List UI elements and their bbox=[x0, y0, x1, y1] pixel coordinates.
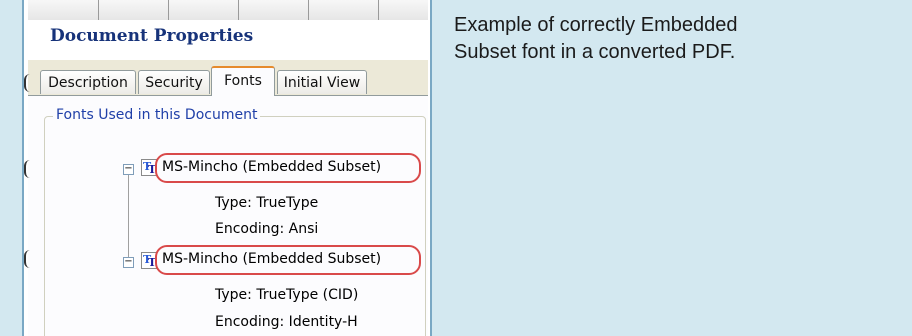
torn-edge-mark bbox=[24, 74, 32, 92]
strip-divider bbox=[308, 0, 309, 20]
strip-divider bbox=[168, 0, 169, 20]
dialog-title: Document Properties bbox=[50, 26, 254, 46]
fonts-used-group: Fonts Used in this Document − TT MS-Minc… bbox=[44, 107, 426, 336]
torn-edge-mark bbox=[24, 160, 32, 178]
collapse-toggle[interactable]: − bbox=[123, 257, 134, 268]
layout-table: Document Properties Description Security… bbox=[0, 0, 912, 336]
left-margin-cell bbox=[0, 0, 22, 336]
fonts-group-label: Fonts Used in this Document bbox=[53, 107, 261, 123]
screenshot-cell: Document Properties Description Security… bbox=[22, 0, 432, 336]
font-type: Type: TrueType (CID) bbox=[215, 287, 359, 303]
caption-line: Subset font in a converted PDF. bbox=[454, 41, 736, 63]
torn-edge-mark bbox=[24, 250, 32, 268]
tab-initial-view[interactable]: Initial View bbox=[277, 70, 367, 94]
font-encoding: Encoding: Identity-H bbox=[215, 314, 358, 330]
tab-fonts[interactable]: Fonts bbox=[211, 66, 275, 96]
window-top-strip bbox=[28, 0, 428, 21]
tree-connector bbox=[128, 171, 129, 267]
strip-divider bbox=[378, 0, 379, 20]
caption-text: Example of correctly Embedded Subset fon… bbox=[454, 12, 874, 66]
fonts-tab-panel: Fonts Used in this Document − TT MS-Minc… bbox=[28, 95, 428, 336]
font-type: Type: TrueType bbox=[215, 195, 319, 211]
tab-description[interactable]: Description bbox=[40, 70, 136, 94]
font-name[interactable]: MS-Mincho (Embedded Subset) bbox=[162, 251, 381, 267]
font-encoding: Encoding: Ansi bbox=[215, 221, 319, 237]
caption-cell: Example of correctly Embedded Subset fon… bbox=[432, 0, 912, 336]
document-properties-window: Document Properties Description Security… bbox=[28, 0, 428, 336]
collapse-toggle[interactable]: − bbox=[123, 164, 134, 175]
tab-security[interactable]: Security bbox=[138, 70, 210, 94]
caption-line: Example of correctly Embedded bbox=[454, 14, 738, 36]
strip-divider bbox=[98, 0, 99, 20]
tab-strip: Description Security Fonts Initial View bbox=[28, 64, 428, 96]
strip-divider bbox=[238, 0, 239, 20]
font-name[interactable]: MS-Mincho (Embedded Subset) bbox=[162, 159, 381, 175]
